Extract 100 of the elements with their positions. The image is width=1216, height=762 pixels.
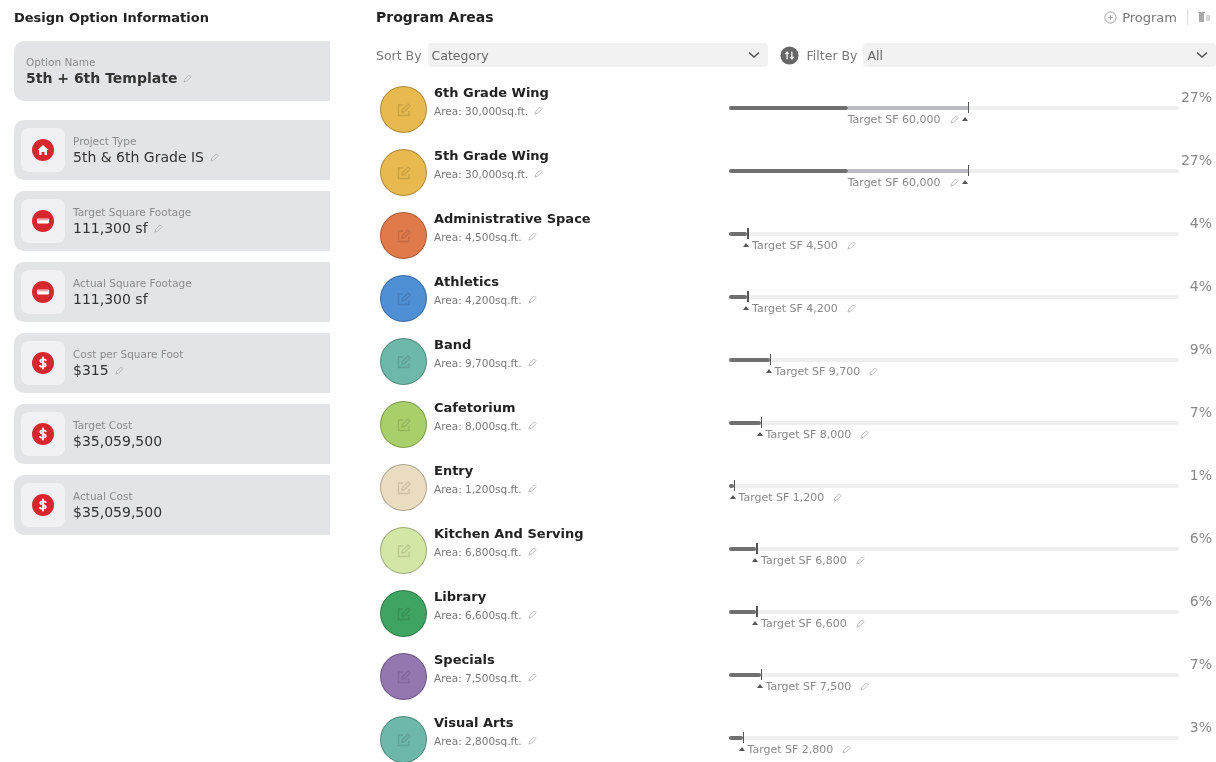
target-label: Target SF 2,800 xyxy=(747,742,834,756)
pencil-icon[interactable] xyxy=(527,484,537,493)
category-badge[interactable] xyxy=(380,653,427,700)
pencil-icon[interactable] xyxy=(153,223,163,233)
pencil-icon[interactable] xyxy=(842,744,852,754)
pencil-icon[interactable] xyxy=(534,169,544,178)
pencil-icon[interactable] xyxy=(949,177,959,187)
field-value: 111,300 sf xyxy=(73,290,148,307)
pencil-icon[interactable] xyxy=(527,736,537,745)
percent-text: 4% xyxy=(1188,277,1212,294)
caret-icon xyxy=(752,558,758,562)
category-badge[interactable] xyxy=(380,275,427,322)
pencil-icon[interactable] xyxy=(860,429,870,439)
percent-text: 3% xyxy=(1188,718,1212,735)
target-label: Target SF 6,600 xyxy=(761,616,847,630)
section-title: Program Areas xyxy=(376,9,495,25)
pencil-icon[interactable] xyxy=(209,152,219,162)
area-size: Area: 30,000sq.ft. xyxy=(434,105,529,117)
pencil-icon[interactable] xyxy=(527,547,537,556)
category-badge[interactable] xyxy=(380,716,427,762)
field-label: Target Cost xyxy=(73,418,134,431)
pencil-icon[interactable] xyxy=(527,673,537,682)
percent-text: 27% xyxy=(1179,88,1212,105)
pencil-icon[interactable] xyxy=(833,492,843,502)
trash-list-icon[interactable] xyxy=(1198,11,1210,23)
dollar-icon xyxy=(32,423,54,445)
area-size: Area: 1,200sq.ft. xyxy=(434,483,522,495)
target-label: Target SF 60,000 xyxy=(847,175,941,189)
target-label: Target SF 9,700 xyxy=(774,364,861,378)
area-size: Area: 4,500sq.ft. xyxy=(434,231,522,243)
filter-label: Filter By xyxy=(806,47,858,63)
caret-icon xyxy=(738,747,745,751)
dollar-icon xyxy=(32,494,54,516)
pencil-icon[interactable] xyxy=(949,114,959,124)
area-name: Entry xyxy=(434,463,475,478)
dollar-icon xyxy=(32,352,54,374)
pencil-icon[interactable] xyxy=(527,421,537,430)
area-size: Area: 9,700sq.ft. xyxy=(434,357,522,369)
field-value: 111,300 sf xyxy=(73,219,148,236)
percent-text: 6% xyxy=(1188,529,1212,546)
area-name: Kitchen And Serving xyxy=(434,526,585,541)
ruler-icon xyxy=(32,210,54,232)
field-value: 5th + 6th Template xyxy=(26,69,178,86)
caret-icon xyxy=(743,306,749,310)
ruler-icon xyxy=(32,281,54,303)
field-value: $35,059,500 xyxy=(73,432,163,449)
caret-icon xyxy=(729,495,736,499)
edit-icon xyxy=(395,416,412,433)
pencil-icon[interactable] xyxy=(534,106,544,115)
area-size: Area: 6,600sq.ft. xyxy=(434,609,522,621)
target-label: Target SF 4,500 xyxy=(752,238,838,252)
category-badge[interactable] xyxy=(380,212,427,259)
category-badge[interactable] xyxy=(380,149,427,196)
sort-label: Sort By xyxy=(376,47,422,63)
category-badge[interactable] xyxy=(380,401,427,448)
filter-dropdown[interactable]: All xyxy=(863,43,1216,67)
caret-icon xyxy=(743,243,749,247)
caret-icon xyxy=(961,117,968,121)
pencil-icon[interactable] xyxy=(527,295,537,304)
pencil-icon[interactable] xyxy=(860,681,870,691)
category-badge[interactable] xyxy=(380,464,427,511)
sort-dropdown[interactable]: Category xyxy=(427,43,768,67)
edit-icon xyxy=(395,164,412,181)
percent-text: 27% xyxy=(1179,151,1212,168)
target-label: Target SF 60,000 xyxy=(847,112,941,126)
area-name: Band xyxy=(434,337,473,352)
pencil-icon[interactable] xyxy=(114,365,124,375)
percent-text: 4% xyxy=(1188,214,1212,231)
area-name: Administrative Space xyxy=(434,211,592,226)
field-label: Actual Square Footage xyxy=(73,276,192,289)
percent-text: 7% xyxy=(1188,655,1212,672)
pencil-icon[interactable] xyxy=(869,366,879,376)
category-badge[interactable] xyxy=(380,338,427,385)
pencil-icon[interactable] xyxy=(846,240,856,250)
caret-icon xyxy=(961,180,968,184)
area-size: Area: 8,000sq.ft. xyxy=(434,420,522,432)
pencil-icon[interactable] xyxy=(527,232,537,241)
area-size: Area: 7,500sq.ft. xyxy=(434,672,522,684)
plus-circle-icon xyxy=(1104,10,1118,24)
add-program-button[interactable]: Program xyxy=(1104,9,1177,25)
area-name: Visual Arts xyxy=(434,715,515,730)
area-size: Area: 30,000sq.ft. xyxy=(434,168,529,180)
pencil-icon[interactable] xyxy=(527,358,537,367)
area-size: Area: 6,800sq.ft. xyxy=(434,546,522,558)
pencil-icon[interactable] xyxy=(855,618,865,628)
target-label: Target SF 8,000 xyxy=(765,427,852,441)
target-label: Target SF 1,200 xyxy=(738,490,825,504)
pencil-icon[interactable] xyxy=(183,73,193,83)
pencil-icon[interactable] xyxy=(855,555,865,565)
area-size: Area: 4,200sq.ft. xyxy=(434,294,522,306)
field-value: $35,059,500 xyxy=(73,503,163,520)
swap-icon[interactable] xyxy=(779,45,799,65)
caret-icon xyxy=(756,684,763,688)
caret-icon xyxy=(756,432,763,436)
pencil-icon[interactable] xyxy=(846,303,856,313)
area-size: Area: 2,800sq.ft. xyxy=(434,735,522,747)
category-badge[interactable] xyxy=(380,86,427,133)
pencil-icon[interactable] xyxy=(527,610,537,619)
category-badge[interactable] xyxy=(380,590,427,637)
area-name: Library xyxy=(434,589,488,604)
